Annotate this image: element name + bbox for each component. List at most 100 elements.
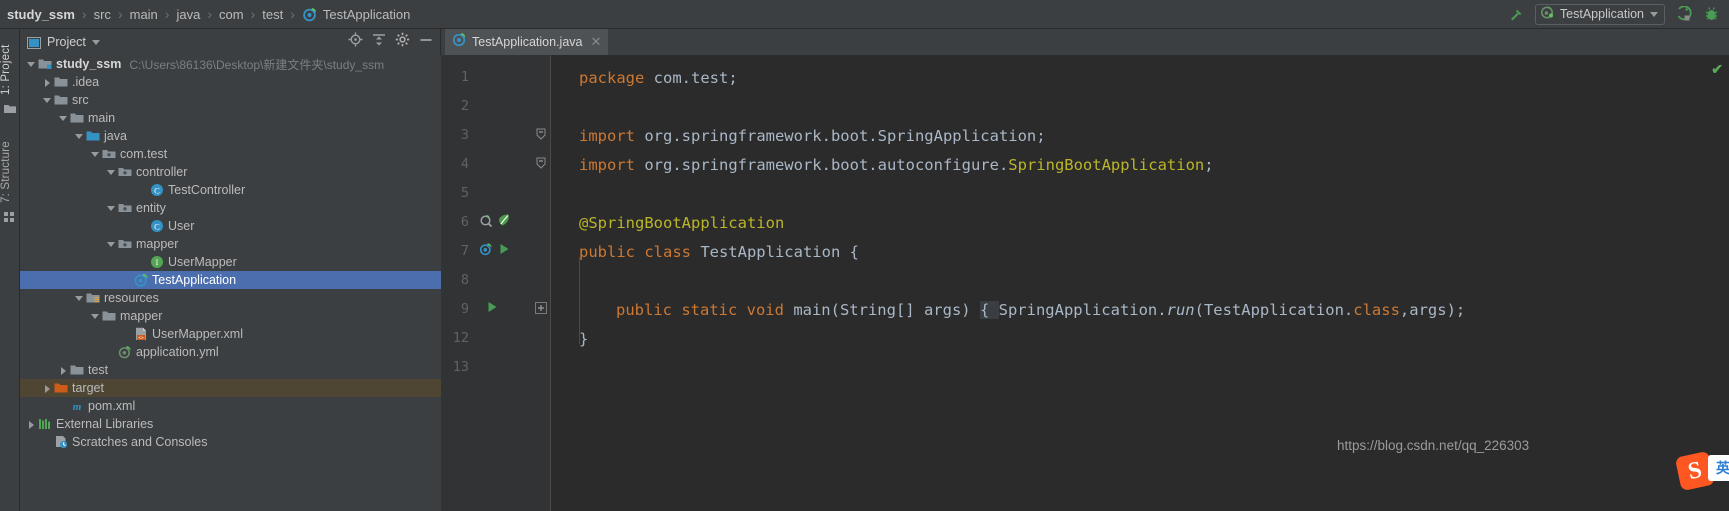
close-icon[interactable]: ✕ [590, 34, 601, 50]
fold-collapse-icon[interactable] [535, 156, 547, 169]
spring-boot-icon[interactable] [479, 242, 493, 256]
chevron-down-icon[interactable] [91, 39, 100, 45]
tree-row-usermapper[interactable]: I UserMapper [20, 253, 441, 271]
scratches-icon [54, 435, 68, 449]
tree-row-src[interactable]: src [20, 91, 441, 109]
chevron-down-icon[interactable] [90, 311, 101, 322]
breadcrumb-item-src[interactable]: src [94, 7, 111, 22]
tree-row-scratches-and-consoles[interactable]: Scratches and Consoles [20, 433, 441, 451]
fold-strip[interactable] [531, 55, 551, 511]
chevron-down-icon[interactable] [74, 131, 85, 142]
chevron-down-icon[interactable] [1650, 11, 1658, 17]
tree-row-target[interactable]: target [20, 379, 441, 397]
svg-text:I: I [156, 258, 159, 267]
tree-row-pom-xml[interactable]: m pom.xml [20, 397, 441, 415]
svg-text:C: C [154, 185, 160, 195]
chevron-down-icon[interactable] [58, 113, 69, 124]
tree-row-test[interactable]: test [20, 361, 441, 379]
tree-row-java[interactable]: java [20, 127, 441, 145]
tree-row-entity[interactable]: entity [20, 199, 441, 217]
code-line-6[interactable]: @SpringBootApplication [579, 214, 784, 232]
tree-row-usermapper-xml[interactable]: <> UserMapper.xml [20, 325, 441, 343]
tool-window-tab-project[interactable]: 1: Project [0, 33, 20, 95]
run-icon[interactable] [497, 242, 511, 256]
hide-panel-icon[interactable] [419, 33, 433, 52]
breadcrumb-label: src [93, 6, 111, 22]
code-line-4[interactable]: import org.springframework.boot.autoconf… [579, 156, 1214, 174]
tree-row-user[interactable]: C User [20, 217, 441, 235]
code-lines[interactable]: package com.test; import org.springframew… [551, 55, 1729, 511]
chevron-down-icon[interactable] [42, 95, 53, 106]
tree-row-external-libraries[interactable]: External Libraries [20, 415, 441, 433]
tree-row-mapper[interactable]: mapper [20, 235, 441, 253]
module-icon [38, 57, 52, 71]
tree-row-resources[interactable]: resources [20, 289, 441, 307]
code-line-7[interactable]: public class TestApplication { [579, 243, 859, 261]
code-token: class [1353, 301, 1400, 319]
tool-window-tab-structure[interactable]: 7: Structure [0, 129, 20, 203]
tree-row-testcontroller[interactable]: C TestController [20, 181, 441, 199]
chevron-down-icon[interactable] [90, 149, 101, 160]
run-icon[interactable] [1673, 4, 1693, 24]
inspection-status-icon[interactable]: ✔ [1711, 61, 1723, 78]
locate-icon[interactable] [348, 32, 363, 52]
chevron-down-icon[interactable] [26, 59, 37, 70]
chevron-right-icon[interactable] [42, 383, 53, 394]
tree-row-testapplication[interactable]: TestApplication [20, 271, 441, 289]
tree-row-main[interactable]: main [20, 109, 441, 127]
ime-mode-label[interactable]: 英 [1708, 455, 1729, 481]
package-icon [118, 165, 132, 179]
code-token: com.test; [644, 69, 738, 87]
breadcrumb-item-study-ssm[interactable]: study_ssm [7, 7, 75, 22]
code-token: (String[] args) [830, 301, 980, 319]
spring-leaf-icon[interactable] [497, 213, 511, 227]
code-token: org.springframework.boot.SpringApplicati… [635, 127, 1046, 145]
tree-row--idea[interactable]: .idea [20, 73, 441, 91]
code-line-1[interactable]: package com.test; [579, 69, 738, 87]
breadcrumb-item-com[interactable]: com [219, 7, 244, 22]
collapse-all-icon[interactable] [372, 33, 386, 52]
breadcrumb-item-main[interactable]: main [130, 7, 158, 22]
breadcrumb-item-testapplication[interactable]: TestApplication [302, 7, 410, 22]
settings-gear-icon[interactable] [395, 32, 410, 52]
hammer-icon[interactable] [1507, 4, 1527, 24]
code-area[interactable]: 1 2 3 4 5 6 7 8 9 12 13 package com.test; import or… [441, 55, 1729, 511]
chevron-right-icon[interactable] [58, 365, 69, 376]
chevron-right-icon[interactable] [42, 77, 53, 88]
chevron-down-icon[interactable] [106, 167, 117, 178]
run-toolbar: TestApplication [1507, 0, 1729, 28]
code-line-12[interactable]: } [579, 330, 588, 348]
breadcrumb-item-java[interactable]: java [176, 7, 200, 22]
project-panel: Project study_ssm C:\Users\86136\Desktop… [20, 29, 441, 511]
tree-row-study-ssm[interactable]: study_ssm C:\Users\86136\Desktop\新建文件夹\st… [20, 55, 441, 73]
tree-row-label: target [72, 381, 104, 395]
debug-icon[interactable] [1701, 4, 1721, 24]
tree-row-com-test[interactable]: com.test [20, 145, 441, 163]
fold-expand-icon[interactable] [535, 301, 547, 314]
project-tree[interactable]: study_ssm C:\Users\86136\Desktop\新建文件夹\st… [20, 55, 441, 511]
code-token: ; [1204, 156, 1214, 174]
ime-widget[interactable]: S 英 [1674, 450, 1729, 492]
chevron-down-icon[interactable] [106, 203, 117, 214]
tree-row-controller[interactable]: controller [20, 163, 441, 181]
tree-row-label: TestController [168, 183, 246, 197]
tree-row-path: C:\Users\86136\Desktop\新建文件夹\study_ssm [129, 57, 385, 72]
fold-collapse-icon[interactable] [535, 127, 547, 140]
editor-gutter[interactable]: 1 2 3 4 5 6 7 8 9 12 13 [441, 55, 531, 511]
code-line-3[interactable]: import org.springframework.boot.SpringAp… [579, 127, 1046, 145]
breadcrumb-separator: › [164, 6, 170, 22]
spring-bean-icon[interactable] [479, 213, 493, 228]
line-number-4: 4 [460, 156, 469, 172]
chevron-down-icon[interactable] [106, 239, 117, 250]
chevron-down-icon[interactable] [74, 293, 85, 304]
structure-icon [4, 209, 16, 222]
code-token: ,args); [1399, 301, 1466, 319]
run-configuration-selector[interactable]: TestApplication [1534, 3, 1665, 25]
run-icon[interactable] [485, 300, 499, 314]
tree-row-application-yml[interactable]: application.yml [20, 343, 441, 361]
breadcrumb-item-test[interactable]: test [262, 7, 283, 22]
chevron-right-icon[interactable] [26, 419, 37, 430]
tree-row-mapper[interactable]: mapper [20, 307, 441, 325]
editor-tab-testapplication[interactable]: TestApplication.java ✕ [445, 29, 609, 55]
code-line-9[interactable]: public static void main(String[] args) {… [616, 301, 1465, 319]
